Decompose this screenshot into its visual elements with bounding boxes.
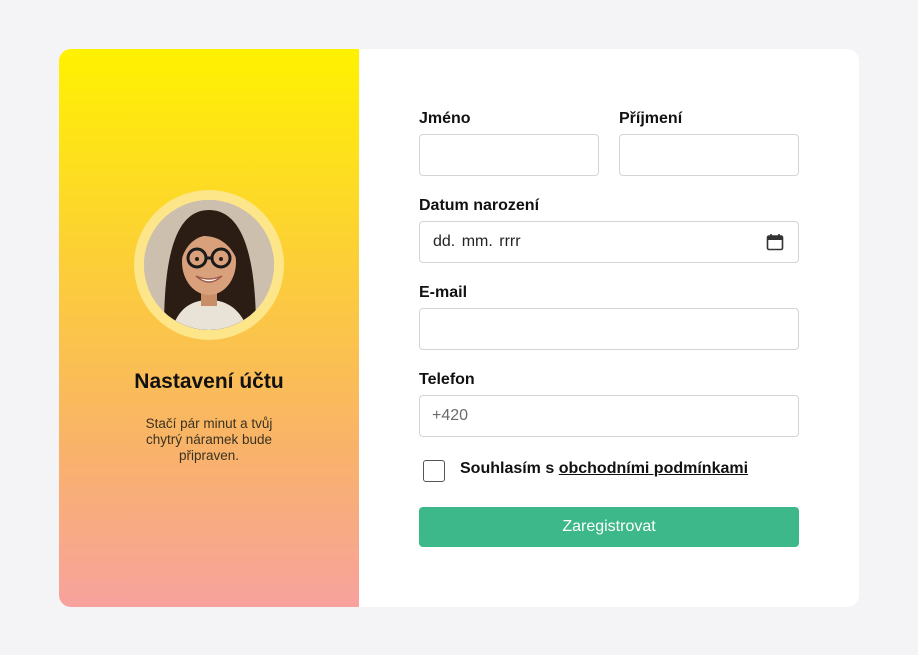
first-name-label: Jméno	[419, 110, 471, 127]
page-title: Nastavení účtu	[134, 370, 284, 393]
last-name-input[interactable]	[619, 134, 799, 176]
email-field[interactable]	[419, 308, 799, 350]
consent-text: Souhlasím s	[460, 460, 559, 477]
email-label: E-mail	[419, 284, 468, 301]
birth-date-label: Datum narození	[419, 197, 540, 214]
terms-link[interactable]: obchodními podmínkami	[559, 460, 748, 477]
phone-label: Telefon	[419, 371, 475, 388]
welcome-panel: Nastavení účtu Stačí pár minut a tvůj ch…	[59, 49, 359, 607]
registration-form: Jméno Příjmení Datum narození dd. mm. rr…	[359, 49, 859, 607]
consent-label: Souhlasím s obchodními podmínkami	[460, 460, 748, 478]
birth-date-input[interactable]: dd. mm. rrrr	[419, 221, 799, 263]
birth-date-value: dd. mm. rrrr	[433, 233, 521, 250]
avatar-ring	[134, 190, 284, 340]
page-subtitle: Stačí pár minut a tvůj chytrý náramek bu…	[145, 416, 273, 463]
consent-checkbox[interactable]	[423, 460, 445, 482]
phone-field[interactable]	[419, 395, 799, 437]
registration-card: Nastavení účtu Stačí pár minut a tvůj ch…	[59, 49, 859, 607]
register-button[interactable]: Zaregistrovat	[419, 507, 799, 547]
last-name-label: Příjmení	[619, 110, 683, 127]
calendar-icon[interactable]	[766, 233, 784, 256]
avatar-photo	[144, 200, 274, 330]
first-name-input[interactable]	[419, 134, 599, 176]
avatar	[144, 200, 274, 330]
